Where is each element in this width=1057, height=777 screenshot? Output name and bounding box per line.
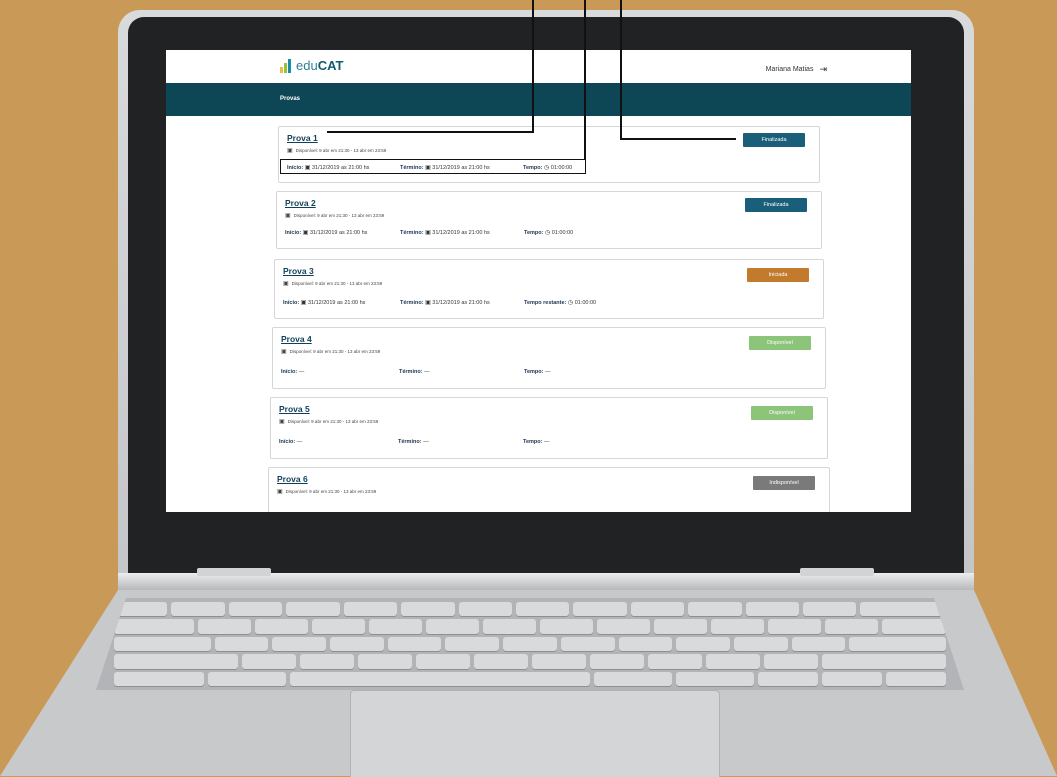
clock-icon: ◷ bbox=[567, 300, 574, 306]
trackpad bbox=[350, 690, 720, 777]
exam-start: Início: ▣ 31/12/2019 as 21:00 hs bbox=[285, 230, 368, 236]
app-header: eduCAT Mariana Matias ⇥ bbox=[166, 50, 911, 83]
annotation-line bbox=[620, 0, 622, 140]
status-badge: Disponível bbox=[751, 406, 813, 420]
exam-availability: ▣ Disponível: 9 abr em 21:30 - 13 abr em … bbox=[285, 212, 384, 219]
annotation-line bbox=[620, 138, 736, 140]
exam-time: Tempo: — bbox=[523, 439, 550, 445]
calendar-icon: ▣ bbox=[283, 281, 289, 287]
nav-item-provas[interactable]: Provas bbox=[280, 96, 300, 102]
availability-text: Disponível: 9 abr em 21:30 - 13 abr em 2… bbox=[289, 349, 381, 354]
availability-text: Disponível: 9 abr em 21:30 - 13 abr em 2… bbox=[291, 281, 383, 286]
hinge-tab-left bbox=[197, 568, 271, 576]
logo-bars-icon bbox=[280, 59, 291, 73]
logo-text: eduCAT bbox=[296, 58, 344, 73]
logout-icon[interactable]: ⇥ bbox=[819, 64, 827, 75]
status-badge: Finalizada bbox=[745, 198, 807, 212]
exam-start: Início: — bbox=[281, 369, 305, 375]
annotation-line bbox=[584, 0, 586, 160]
status-badge: Disponível bbox=[749, 336, 811, 350]
calendar-icon: ▣ bbox=[277, 489, 283, 495]
keyboard-row bbox=[114, 636, 947, 652]
status-badge: Indisponível bbox=[753, 476, 815, 490]
clock-icon: ◷ bbox=[544, 230, 551, 236]
exam-card: Prova 1 ▣ Disponível: 9 abr em 21:30 - 13… bbox=[278, 126, 820, 183]
calendar-icon: ▣ bbox=[287, 148, 293, 154]
annotation-highlight-box bbox=[280, 159, 586, 174]
exam-card: Prova 6 ▣ Disponível: 9 abr em 21:30 - 13… bbox=[268, 467, 830, 512]
exam-start: Início: ▣ 31/12/2019 as 21:00 hs bbox=[283, 300, 366, 306]
keyboard-row bbox=[114, 619, 947, 634]
exam-time: Tempo: ◷ 01:00:00 bbox=[524, 230, 574, 236]
nav-bar: Provas bbox=[166, 83, 911, 116]
keyboard-row bbox=[114, 654, 946, 669]
exam-title-link[interactable]: Prova 5 bbox=[279, 404, 310, 414]
calendar-icon: ▣ bbox=[279, 419, 285, 425]
user-name: Mariana Matias bbox=[765, 66, 814, 73]
exam-end: Término: ▣ 31/12/2019 as 21:00 hs bbox=[400, 300, 490, 306]
calendar-icon: ▣ bbox=[285, 213, 291, 219]
keyboard bbox=[96, 598, 964, 690]
calendar-icon: ▣ bbox=[425, 300, 431, 306]
exam-availability: ▣ Disponível: 9 abr em 21:30 - 13 abr em … bbox=[287, 147, 386, 154]
status-badge: Finalizada bbox=[743, 133, 805, 147]
exam-title-link[interactable]: Prova 6 bbox=[277, 474, 308, 484]
exam-start: Início: — bbox=[279, 439, 303, 445]
availability-text: Disponível: 9 abr em 21:30 - 13 abr em 2… bbox=[293, 213, 385, 218]
annotation-line bbox=[327, 131, 534, 133]
exam-card: Prova 2 ▣ Disponível: 9 abr em 21:30 - 13… bbox=[276, 191, 822, 249]
availability-text: Disponível: 9 abr em 21:30 - 13 abr em 2… bbox=[287, 419, 379, 424]
status-badge: Iniciada bbox=[747, 268, 809, 282]
exam-availability: ▣ Disponível: 9 abr em 21:30 - 13 abr em … bbox=[277, 488, 376, 495]
exam-card: Prova 4 ▣ Disponível: 9 abr em 21:30 - 13… bbox=[272, 327, 826, 389]
exam-time-remaining: Tempo restante: ◷ 01:00:00 bbox=[524, 300, 597, 306]
exam-end: Término: — bbox=[399, 369, 430, 375]
exam-availability: ▣ Disponível: 9 abr em 21:30 - 13 abr em … bbox=[279, 418, 378, 425]
exam-title-link[interactable]: Prova 4 bbox=[281, 334, 312, 344]
calendar-icon: ▣ bbox=[302, 230, 309, 236]
keyboard-row bbox=[114, 602, 946, 617]
app-screen: eduCAT Mariana Matias ⇥ Provas Prova 1 ▣… bbox=[166, 50, 911, 512]
calendar-icon: ▣ bbox=[300, 300, 307, 306]
exam-availability: ▣ Disponível: 9 abr em 21:30 - 13 abr em … bbox=[283, 280, 382, 287]
annotation-line bbox=[532, 0, 534, 132]
exam-title-link[interactable]: Prova 2 bbox=[285, 198, 316, 208]
hinge-tab-right bbox=[800, 568, 874, 576]
availability-text: Disponível: 9 abr em 21:30 - 13 abr em 2… bbox=[285, 489, 377, 494]
calendar-icon: ▣ bbox=[281, 349, 287, 355]
keyboard-row bbox=[114, 671, 946, 687]
exam-card: Prova 3 ▣ Disponível: 9 abr em 21:30 - 13… bbox=[274, 259, 824, 319]
exam-time: Tempo: — bbox=[524, 369, 551, 375]
educat-logo[interactable]: eduCAT bbox=[280, 59, 343, 73]
exam-end: Término: ▣ 31/12/2019 as 21:00 hs bbox=[400, 230, 490, 236]
exam-card: Prova 5 ▣ Disponível: 9 abr em 21:30 - 13… bbox=[270, 397, 828, 459]
exam-availability: ▣ Disponível: 9 abr em 21:30 - 13 abr em … bbox=[281, 348, 380, 355]
exam-end: Término: — bbox=[398, 439, 429, 445]
exam-title-link[interactable]: Prova 1 bbox=[287, 133, 318, 143]
user-menu[interactable]: Mariana Matias ⇥ bbox=[766, 64, 827, 75]
exam-title-link[interactable]: Prova 3 bbox=[283, 266, 314, 276]
calendar-icon: ▣ bbox=[425, 230, 431, 236]
availability-text: Disponível: 9 abr em 21:30 - 13 abr em 2… bbox=[295, 148, 387, 153]
